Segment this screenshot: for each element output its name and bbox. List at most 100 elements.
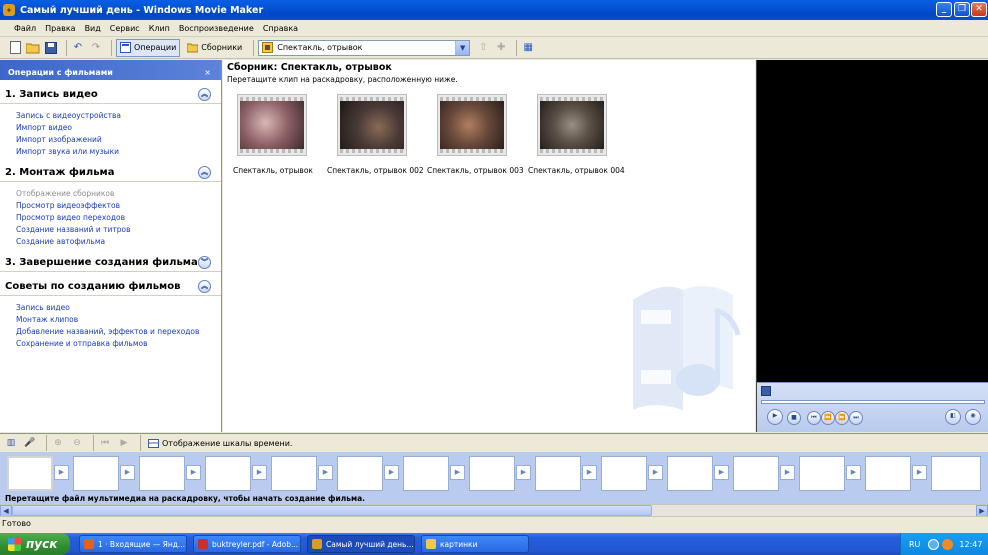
storyboard-cell[interactable] [139, 456, 185, 491]
language-indicator[interactable]: RU [909, 540, 920, 549]
storyboard-cell[interactable] [799, 456, 845, 491]
storyboard-cell[interactable] [733, 456, 779, 491]
horizontal-scrollbar[interactable]: ◀ ▶ [0, 504, 988, 517]
storyboard-cell[interactable] [469, 456, 515, 491]
section-movie-tips[interactable]: Советы по созданию фильмов ︽ [0, 278, 221, 296]
split-icon[interactable]: ◧ [945, 409, 961, 425]
transition-cell[interactable]: ▶ [912, 465, 927, 480]
minimize-button[interactable]: _ [936, 2, 952, 17]
storyboard-view-icon[interactable]: ▥ [4, 436, 18, 450]
storyboard-cell[interactable] [667, 456, 713, 491]
task-capture-from-device[interactable]: Запись с видеоустройства [16, 110, 221, 122]
taskbar-item-folder[interactable]: картинки [421, 535, 529, 553]
transition-cell[interactable]: ▶ [846, 465, 861, 480]
transition-cell[interactable]: ▶ [582, 465, 597, 480]
new-collection-icon[interactable]: ✚ [494, 41, 508, 55]
task-make-titles[interactable]: Создание названий и титров [16, 224, 221, 236]
section-edit-movie[interactable]: 2. Монтаж фильма ︽ [0, 164, 221, 182]
transition-cell[interactable]: ▶ [648, 465, 663, 480]
network-icon[interactable] [928, 538, 940, 550]
play-storyboard-icon[interactable]: ▶ [117, 436, 131, 450]
up-level-icon[interactable]: ⇧ [476, 41, 490, 55]
task-view-transitions[interactable]: Просмотр видео переходов [16, 212, 221, 224]
new-project-icon[interactable] [8, 41, 22, 55]
task-make-automovie[interactable]: Создание автофильма [16, 236, 221, 248]
chevron-down-icon[interactable]: ▼ [455, 40, 470, 55]
storyboard-cell[interactable] [865, 456, 911, 491]
taskbar-item-pdf[interactable]: buktreyler.pdf - Adob... [193, 535, 301, 553]
clip-thumbnail[interactable] [237, 94, 307, 156]
task-import-video[interactable]: Импорт видео [16, 122, 221, 134]
transition-cell[interactable]: ▶ [54, 465, 69, 480]
volume-icon[interactable] [942, 538, 954, 550]
section-capture-video[interactable]: 1. Запись видео ︽ [0, 86, 221, 104]
storyboard-cell[interactable] [73, 456, 119, 491]
transition-cell[interactable]: ▶ [318, 465, 333, 480]
storyboard-cell[interactable] [271, 456, 317, 491]
tip-capture-video[interactable]: Запись видео [16, 302, 221, 314]
storyboard-cell[interactable] [601, 456, 647, 491]
chevron-down-icon[interactable]: ︾ [198, 256, 211, 269]
open-project-icon[interactable] [26, 41, 40, 55]
tip-save-send[interactable]: Сохранение и отправка фильмов [16, 338, 221, 350]
taskbar-item-movie-maker[interactable]: Самый лучший день... [307, 535, 415, 553]
collection-select[interactable]: Спектакль, отрывок ▼ [258, 39, 471, 56]
transition-cell[interactable]: ▶ [186, 465, 201, 480]
menu-playback[interactable]: Воспроизведение [179, 24, 254, 33]
previous-frame-icon[interactable]: ⏮ [807, 411, 821, 425]
save-project-icon[interactable] [44, 41, 58, 55]
stop-icon[interactable]: ■ [787, 411, 801, 425]
transition-cell[interactable]: ▶ [120, 465, 135, 480]
storyboard-cell[interactable] [337, 456, 383, 491]
transition-cell[interactable]: ▶ [714, 465, 729, 480]
transition-cell[interactable]: ▶ [252, 465, 267, 480]
redo-icon[interactable]: ↷ [89, 41, 103, 55]
close-tasks-icon[interactable]: × [204, 68, 211, 77]
maximize-button[interactable]: ❐ [954, 2, 970, 17]
clip-thumbnail[interactable] [337, 94, 407, 156]
tip-add-titles-effects[interactable]: Добавление названий, эффектов и переходо… [16, 326, 221, 338]
task-import-audio[interactable]: Импорт звука или музыки [16, 146, 221, 158]
start-button[interactable]: пуск [0, 533, 70, 555]
next-frame-icon[interactable]: ⏭ [849, 411, 863, 425]
tip-edit-clips[interactable]: Монтаж клипов [16, 314, 221, 326]
transition-cell[interactable]: ▶ [516, 465, 531, 480]
collections-button[interactable]: Сборники [184, 39, 245, 57]
menu-help[interactable]: Справка [263, 24, 298, 33]
menu-edit[interactable]: Правка [45, 24, 75, 33]
storyboard-cell[interactable] [931, 456, 981, 491]
taskbar-item-browser[interactable]: 1 · Входящие — Янд... [79, 535, 187, 553]
storyboard-cell[interactable] [403, 456, 449, 491]
chevron-up-icon[interactable]: ︽ [198, 280, 211, 293]
menu-view[interactable]: Вид [85, 24, 101, 33]
forward-icon[interactable]: ⏩ [835, 411, 849, 425]
task-import-pictures[interactable]: Импорт изображений [16, 134, 221, 146]
section-finish-movie[interactable]: 3. Завершение создания фильма ︾ [0, 254, 221, 272]
scroll-thumb[interactable] [12, 505, 652, 516]
close-button[interactable]: ✕ [971, 2, 987, 17]
operations-button[interactable]: Операции [116, 38, 181, 57]
clip-thumbnail[interactable] [537, 94, 607, 156]
zoom-in-icon[interactable]: ⊕ [51, 436, 65, 450]
seek-bar[interactable] [761, 400, 985, 404]
chevron-up-icon[interactable]: ︽ [198, 166, 211, 179]
zoom-out-icon[interactable]: ⊖ [70, 436, 84, 450]
rewind-storyboard-icon[interactable]: ⏮ [98, 436, 112, 450]
menu-clip[interactable]: Клип [149, 24, 170, 33]
play-icon[interactable]: ▶ [767, 409, 783, 425]
task-view-video-effects[interactable]: Просмотр видеоэффектов [16, 200, 221, 212]
transition-cell[interactable]: ▶ [450, 465, 465, 480]
menu-tools[interactable]: Сервис [110, 24, 140, 33]
chevron-up-icon[interactable]: ︽ [198, 88, 211, 101]
clip-thumbnail[interactable] [437, 94, 507, 156]
storyboard-cell[interactable] [205, 456, 251, 491]
rewind-icon[interactable]: ⏪ [821, 411, 835, 425]
undo-icon[interactable]: ↶ [71, 41, 85, 55]
transition-cell[interactable]: ▶ [384, 465, 399, 480]
snapshot-icon[interactable]: ◉ [965, 409, 981, 425]
menu-file[interactable]: Файл [14, 24, 36, 33]
storyboard-cell[interactable] [535, 456, 581, 491]
views-icon[interactable]: ▦ [521, 41, 535, 55]
storyboard-cell[interactable] [7, 456, 53, 491]
transition-cell[interactable]: ▶ [780, 465, 795, 480]
